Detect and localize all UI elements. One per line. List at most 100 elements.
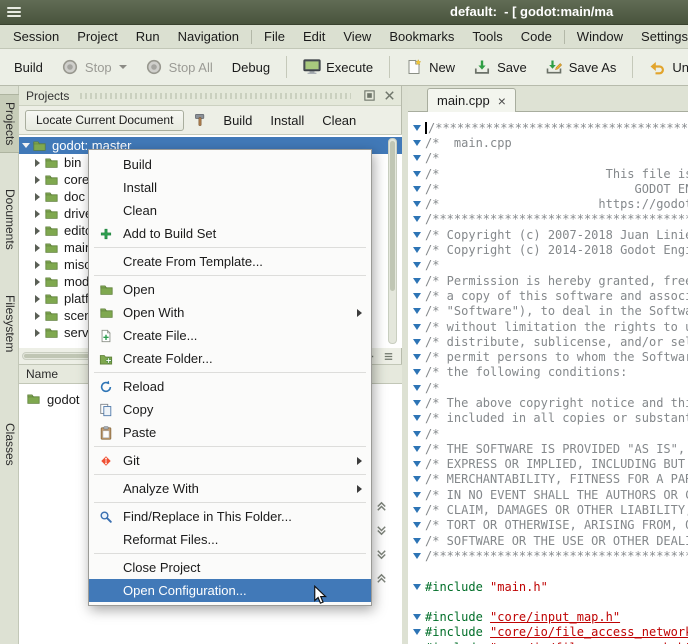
menu-item-install[interactable]: Install bbox=[89, 176, 371, 199]
menu-item-copy[interactable]: Copy bbox=[89, 398, 371, 421]
stop-all-button[interactable]: Stop All bbox=[140, 55, 219, 79]
chevron-up-icon[interactable] bbox=[374, 572, 390, 586]
menu-item-create-folder[interactable]: Create Folder... bbox=[89, 347, 371, 370]
fold-marker-icon[interactable] bbox=[408, 431, 425, 437]
fold-marker-icon[interactable] bbox=[408, 614, 425, 620]
expander-icon[interactable] bbox=[31, 210, 44, 218]
execute-button[interactable]: Execute bbox=[297, 55, 379, 79]
expander-icon[interactable] bbox=[31, 159, 44, 167]
fold-marker-icon[interactable] bbox=[408, 584, 425, 590]
fold-marker-icon[interactable] bbox=[408, 476, 425, 482]
fold-marker-icon[interactable] bbox=[408, 247, 425, 253]
build-button[interactable]: Build bbox=[8, 56, 49, 79]
menu-item-open-configuration[interactable]: Open Configuration... bbox=[89, 579, 371, 602]
menu-bookmarks[interactable]: Bookmarks bbox=[380, 25, 463, 48]
chevron-down-icon[interactable] bbox=[374, 548, 390, 562]
menu-item-paste[interactable]: Paste bbox=[89, 421, 371, 444]
menu-item-analyze-with[interactable]: Analyze With bbox=[89, 477, 371, 500]
fold-marker-icon[interactable] bbox=[408, 278, 425, 284]
sidebar-tab-filesystem[interactable]: Filesystem bbox=[0, 288, 19, 359]
menu-tools[interactable]: Tools bbox=[463, 25, 511, 48]
menu-item-open-with[interactable]: Open With bbox=[89, 301, 371, 324]
fold-marker-icon[interactable] bbox=[408, 415, 425, 421]
app-menu-icon[interactable] bbox=[6, 5, 22, 19]
menu-item-git[interactable]: Git bbox=[89, 449, 371, 472]
fold-marker-icon[interactable] bbox=[408, 293, 425, 299]
fold-marker-icon[interactable] bbox=[408, 201, 425, 207]
fold-marker-icon[interactable] bbox=[408, 339, 425, 345]
fold-marker-icon[interactable] bbox=[408, 216, 425, 222]
fold-marker-icon[interactable] bbox=[408, 461, 425, 467]
menu-file[interactable]: File bbox=[255, 25, 294, 48]
expander-icon[interactable] bbox=[19, 143, 32, 148]
menu-item-build[interactable]: Build bbox=[89, 153, 371, 176]
expander-icon[interactable] bbox=[31, 261, 44, 269]
sidebar-tab-classes[interactable]: Classes bbox=[0, 416, 19, 473]
debug-button[interactable]: Debug bbox=[226, 56, 276, 79]
locate-current-document-button[interactable]: Locate Current Document bbox=[25, 110, 184, 131]
fold-marker-icon[interactable] bbox=[408, 262, 425, 268]
menu-item-create-file[interactable]: Create File... bbox=[89, 324, 371, 347]
fold-marker-icon[interactable] bbox=[408, 186, 425, 192]
fold-marker-icon[interactable] bbox=[408, 522, 425, 528]
expander-icon[interactable] bbox=[31, 227, 44, 235]
menu-item-find-replace-in-this-folder[interactable]: Find/Replace in This Folder... bbox=[89, 505, 371, 528]
fold-marker-icon[interactable] bbox=[408, 140, 425, 146]
expander-icon[interactable] bbox=[31, 244, 44, 252]
expander-icon[interactable] bbox=[31, 295, 44, 303]
fold-marker-icon[interactable] bbox=[408, 553, 425, 559]
build-button[interactable]: Build bbox=[217, 111, 258, 130]
expander-icon[interactable] bbox=[31, 278, 44, 286]
save-as-button[interactable]: Save As bbox=[540, 55, 623, 79]
sidebar-tab-projects[interactable]: Projects bbox=[0, 94, 19, 153]
chevron-down-icon[interactable] bbox=[374, 524, 390, 538]
tree-vertical-scrollbar[interactable] bbox=[388, 138, 397, 344]
menu-run[interactable]: Run bbox=[127, 25, 169, 48]
save-button[interactable]: Save bbox=[468, 55, 533, 79]
scrollbar-handle[interactable] bbox=[390, 141, 395, 291]
fold-marker-icon[interactable] bbox=[408, 308, 425, 314]
install-button[interactable]: Install bbox=[264, 111, 310, 130]
menu-item-add-to-build-set[interactable]: Add to Build Set bbox=[89, 222, 371, 245]
include-path[interactable]: "core/io/file_access_network.h" bbox=[490, 625, 688, 639]
fold-marker-icon[interactable] bbox=[408, 125, 425, 131]
fold-marker-icon[interactable] bbox=[408, 324, 425, 330]
menu-item-open[interactable]: Open bbox=[89, 278, 371, 301]
fold-marker-icon[interactable] bbox=[408, 232, 425, 238]
list-icon[interactable] bbox=[381, 349, 396, 363]
fold-marker-icon[interactable] bbox=[408, 354, 425, 360]
fold-marker-icon[interactable] bbox=[408, 171, 425, 177]
menu-item-reformat-files[interactable]: Reformat Files... bbox=[89, 528, 371, 551]
tab-close-icon[interactable]: × bbox=[498, 95, 506, 107]
fold-marker-icon[interactable] bbox=[408, 507, 425, 513]
menu-item-clean[interactable]: Clean bbox=[89, 199, 371, 222]
fold-marker-icon[interactable] bbox=[408, 446, 425, 452]
sidebar-tab-documents[interactable]: Documents bbox=[0, 182, 19, 257]
fold-marker-icon[interactable] bbox=[408, 369, 425, 375]
menu-navigation[interactable]: Navigation bbox=[169, 25, 248, 48]
menu-edit[interactable]: Edit bbox=[294, 25, 334, 48]
fold-marker-icon[interactable] bbox=[408, 629, 425, 635]
panel-close-icon[interactable] bbox=[382, 88, 397, 103]
clean-button[interactable]: Clean bbox=[316, 111, 362, 130]
fold-marker-icon[interactable] bbox=[408, 155, 425, 161]
fold-marker-icon[interactable] bbox=[408, 400, 425, 406]
chevron-up-icon[interactable] bbox=[374, 500, 390, 514]
fold-marker-icon[interactable] bbox=[408, 492, 425, 498]
menu-item-reload[interactable]: Reload bbox=[89, 375, 371, 398]
new-button[interactable]: New bbox=[400, 55, 461, 79]
menu-view[interactable]: View bbox=[334, 25, 380, 48]
float-panel-icon[interactable] bbox=[362, 88, 377, 103]
fold-marker-icon[interactable] bbox=[408, 538, 425, 544]
stop-button[interactable]: Stop bbox=[56, 55, 133, 79]
menu-session[interactable]: Session bbox=[4, 25, 68, 48]
tab-main-cpp[interactable]: main.cpp × bbox=[427, 88, 516, 112]
menu-item-create-from-template[interactable]: Create From Template... bbox=[89, 250, 371, 273]
menu-item-close-project[interactable]: Close Project bbox=[89, 556, 371, 579]
panel-drag-handle[interactable] bbox=[80, 93, 351, 99]
expander-icon[interactable] bbox=[31, 312, 44, 320]
menu-code[interactable]: Code bbox=[512, 25, 561, 48]
undo-button[interactable]: Undo bbox=[643, 55, 688, 79]
expander-icon[interactable] bbox=[31, 329, 44, 337]
code-view[interactable]: /***************************************… bbox=[408, 112, 688, 644]
